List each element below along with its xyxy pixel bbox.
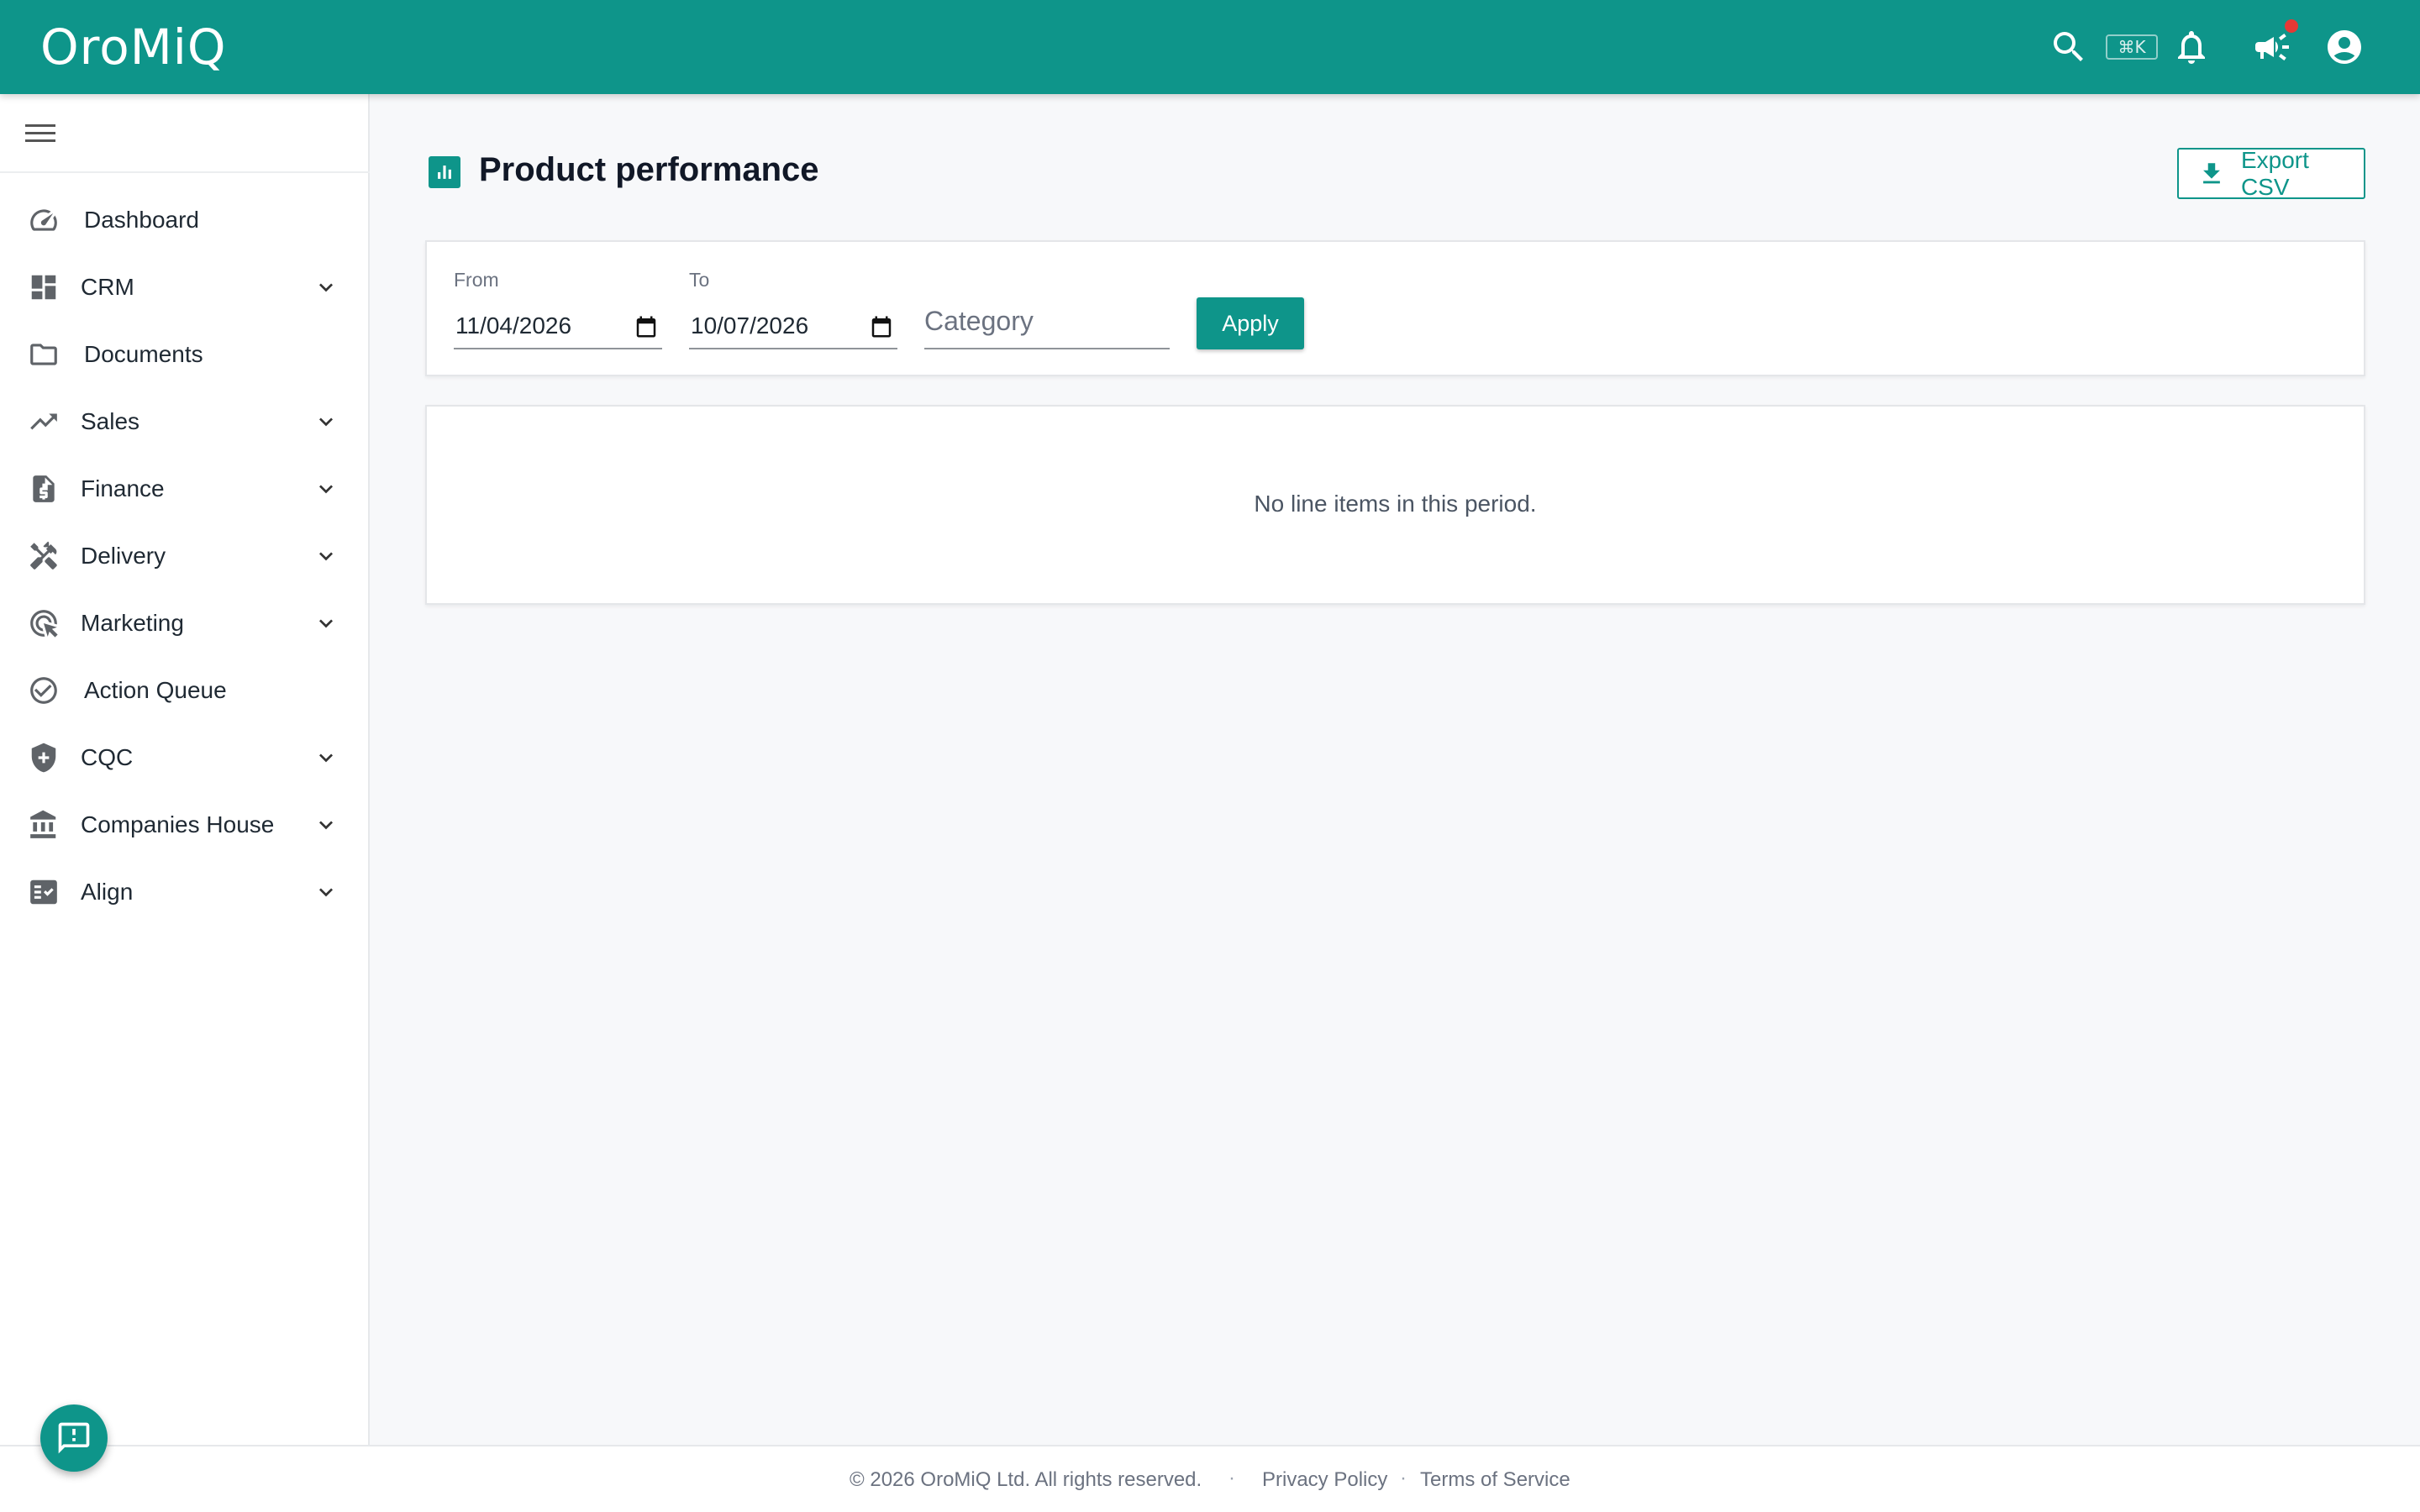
folder-icon	[27, 338, 60, 371]
sidebar-item-delivery[interactable]: Delivery	[0, 522, 370, 590]
chevron-down-icon[interactable]	[313, 274, 339, 301]
sidebar-item-label: CQC	[81, 744, 134, 770]
tools-icon	[27, 539, 60, 573]
feedback-chat-button[interactable]	[40, 1404, 108, 1472]
check-circle-icon	[27, 674, 60, 707]
sidebar-item-documents[interactable]: Documents	[0, 321, 370, 388]
terms-of-service-link[interactable]: Terms of Service	[1420, 1468, 1570, 1492]
copyright-text: © 2026 OroMiQ Ltd. All rights reserved.	[850, 1468, 1202, 1491]
footer-separator: ·	[1228, 1467, 1235, 1489]
from-date-field[interactable]: 11/04/2026	[454, 306, 662, 349]
sidebar-item-label: CRM	[81, 274, 134, 300]
bank-icon	[27, 808, 60, 842]
apply-button[interactable]: Apply	[1197, 297, 1304, 349]
to-date-value: 10/07/2026	[691, 312, 809, 339]
sidebar-item-cqc[interactable]: CQC	[0, 724, 370, 791]
calendar-icon[interactable]	[869, 314, 894, 339]
top-app-bar: OroMiQ ⌘K	[0, 0, 2420, 94]
bell-icon[interactable]	[2168, 24, 2215, 71]
chevron-down-icon[interactable]	[313, 879, 339, 906]
sidebar-item-label: Sales	[81, 408, 140, 434]
sidebar-item-action-queue[interactable]: Action Queue	[0, 657, 370, 724]
sidebar: Dashboard CRM Documents Sales Finance De…	[0, 94, 370, 1445]
sidebar-item-companies-house[interactable]: Companies House	[0, 791, 370, 858]
sidebar-item-align[interactable]: Align	[0, 858, 370, 926]
sidebar-item-label: Documents	[84, 341, 203, 367]
sidebar-item-label: Align	[81, 879, 134, 905]
export-csv-label: Export CSV	[2240, 146, 2309, 200]
health-shield-icon	[27, 741, 60, 774]
notification-dot	[2285, 19, 2298, 33]
sidebar-item-label: Marketing	[81, 610, 184, 636]
sidebar-item-label: Delivery	[81, 543, 166, 569]
sidebar-item-label: Companies House	[81, 811, 275, 837]
privacy-policy-link[interactable]: Privacy Policy	[1262, 1468, 1387, 1492]
to-label: To	[689, 269, 710, 291]
bar-chart-icon	[429, 156, 460, 188]
account-icon[interactable]	[2321, 24, 2368, 71]
download-icon	[2203, 162, 2220, 183]
sidebar-item-dashboard[interactable]: Dashboard	[0, 186, 370, 254]
speedometer-icon	[27, 203, 60, 237]
checklist-icon	[27, 875, 60, 909]
footer: © 2026 OroMiQ Ltd. All rights reserved. …	[0, 1445, 2420, 1512]
chevron-down-icon[interactable]	[313, 811, 339, 838]
shortcut-hint-badge: ⌘K	[2106, 34, 2158, 60]
sidebar-item-label: Finance	[81, 475, 165, 501]
calendar-icon[interactable]	[634, 314, 659, 339]
export-csv-button[interactable]: Export CSV	[2177, 146, 2365, 200]
dashboard-grid-icon	[27, 270, 60, 304]
page-title: Product performance	[479, 151, 819, 188]
footer-separator: ·	[1400, 1467, 1407, 1489]
sidebar-divider	[0, 171, 370, 173]
ads-click-icon	[27, 606, 60, 640]
category-input[interactable]	[924, 299, 1170, 343]
app-logo[interactable]: OroMiQ	[40, 18, 227, 76]
from-date-value: 11/04/2026	[455, 312, 572, 339]
chevron-down-icon[interactable]	[313, 543, 339, 570]
trending-up-icon	[27, 405, 60, 438]
chevron-down-icon[interactable]	[313, 744, 339, 771]
sidebar-item-label: Dashboard	[84, 207, 199, 233]
empty-state-message: No line items in this period.	[1254, 491, 1537, 517]
chevron-down-icon[interactable]	[313, 475, 339, 502]
feedback-icon	[58, 1422, 90, 1454]
search-icon[interactable]	[2045, 24, 2092, 71]
category-field[interactable]	[924, 299, 1170, 349]
sidebar-item-finance[interactable]: Finance	[0, 455, 370, 522]
invoice-icon	[27, 472, 60, 506]
sidebar-item-marketing[interactable]: Marketing	[0, 590, 370, 657]
sidebar-item-sales[interactable]: Sales	[0, 388, 370, 455]
chevron-down-icon[interactable]	[313, 408, 339, 435]
chevron-down-icon[interactable]	[313, 610, 339, 637]
sidebar-item-label: Action Queue	[84, 677, 227, 703]
from-label: From	[454, 269, 499, 291]
results-card: No line items in this period.	[425, 405, 2365, 605]
to-date-field[interactable]: 10/07/2026	[689, 306, 897, 349]
sidebar-item-crm[interactable]: CRM	[0, 254, 370, 321]
menu-toggle-icon[interactable]	[24, 119, 57, 153]
